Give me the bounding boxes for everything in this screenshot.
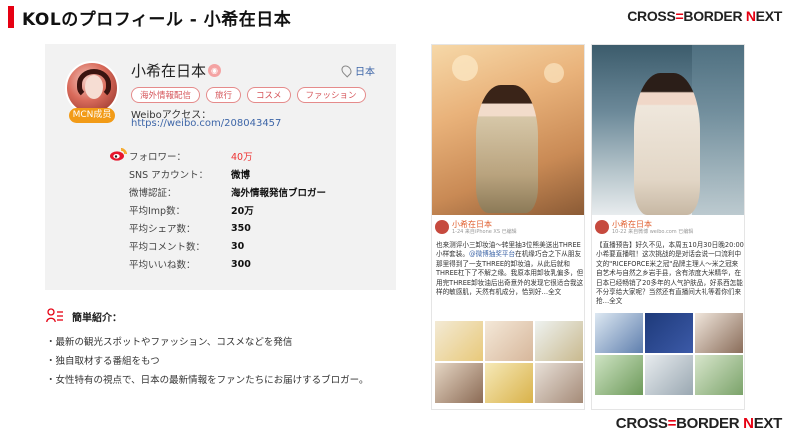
post-header: 小希在日本 1-24 来自iPhone XS 已编辑 [432,217,584,237]
thumb-image [645,313,693,353]
tag-list: 海外情報配信 旅行 コスメ ファッション [131,87,366,103]
intro-title: 簡単紹介： [72,313,122,324]
stats-list: フォロワー： 40万 SNS アカウント： 微博 微博認証： 海外情報発信ブロガー 平… [129,147,326,273]
tag: コスメ [247,87,291,103]
intro-item: ・最新の観光スポットやファッション、コスメなどを発信 [46,337,293,348]
thumb-image [645,355,693,395]
brand-logo-bottom: CROSS=BORDER NEXT [615,415,783,432]
weibo-url-link[interactable]: https://weibo.com/208043457 [131,118,281,129]
post-image-grid [595,313,743,395]
stat-row: 微博認証： 海外情報発信ブロガー [129,188,327,199]
intro-item: ・独自取材する番組をもつ [46,356,160,367]
post-avatar [595,220,609,234]
post-screenshot-2: 小希在日本 10-22 来自微博 weibo.com 已编辑 【直播预告】好久不… [591,44,745,410]
post-text: 也来测评小三卸妆油～转里抽3位熊美送出THREE小样套装。@微博抽奖平台在机缘巧… [436,241,584,297]
verified-icon: ◉ [208,64,221,77]
intro-item: ・女性特有の視点で、日本の最新情報をファンたちにお届けするブロガー。 [46,375,369,386]
slide: KOLのプロフィール - 小希在日本 CROSS=BORDER NEXT MCN… [0,0,790,444]
thumb-image [535,321,583,361]
stat-row: SNS アカウント： 微博 [129,170,251,181]
thumb-image [435,363,483,403]
tag: 海外情報配信 [131,87,201,103]
thumb-image [695,313,743,353]
stat-row: 平均いいね数： 300 [129,258,251,272]
thumb-image [535,363,583,403]
thumb-image [485,321,533,361]
kol-name: 小希在日本 [131,62,207,80]
mcn-badge: MCN成员 [69,108,115,123]
thumb-image [595,355,643,395]
tag: ファッション [296,87,366,103]
post-meta: 10-22 来自微博 weibo.com 已编辑 [612,229,694,235]
stat-row: フォロワー： 40万 [129,152,253,163]
profile-card: MCN成员 小希在日本 ◉ 日本 海外情報配信 旅行 コスメ ファッション We… [45,44,396,290]
title-accent-bar [8,6,14,28]
suit-photo [592,45,744,215]
tag: 旅行 [206,87,242,103]
thumb-image [485,363,533,403]
stat-row: 平均シェア数： 350 [129,222,251,236]
post-header: 小希在日本 10-22 来自微博 weibo.com 已编辑 [592,217,744,237]
stat-row: 平均コメント数： 30 [129,240,245,254]
kimono-photo [432,45,584,215]
post-avatar [435,220,449,234]
profile-list-icon [46,308,63,323]
thumb-image [595,313,643,353]
post-screenshot-1: 小希在日本 1-24 来自iPhone XS 已编辑 也来测评小三卸妆油～转里抽… [431,44,585,410]
weibo-icon [110,148,127,161]
location-pin-icon [339,63,354,78]
post-image-grid [435,321,583,403]
kol-avatar [65,61,119,115]
location: 日本 [339,63,375,78]
post-meta: 1-24 来自iPhone XS 已编辑 [452,229,517,235]
post-text: 【直播预告】好久不见，本周五10月30日晚20:00小希要直播啦！这次挑战的是对… [596,241,744,306]
page-title: KOLのプロフィール - 小希在日本 [22,10,292,30]
brand-logo-top: CROSS=BORDER NEXT [627,8,782,24]
stat-row: 平均Imp数： 20万 [129,206,254,217]
post-mention-link[interactable]: @微博抽奖平台 [469,250,515,258]
thumb-image [435,321,483,361]
thumb-image [695,355,743,395]
intro-list: ・最新の観光スポットやファッション、コスメなどを発信 ・独自取材する番組をもつ … [46,333,369,390]
